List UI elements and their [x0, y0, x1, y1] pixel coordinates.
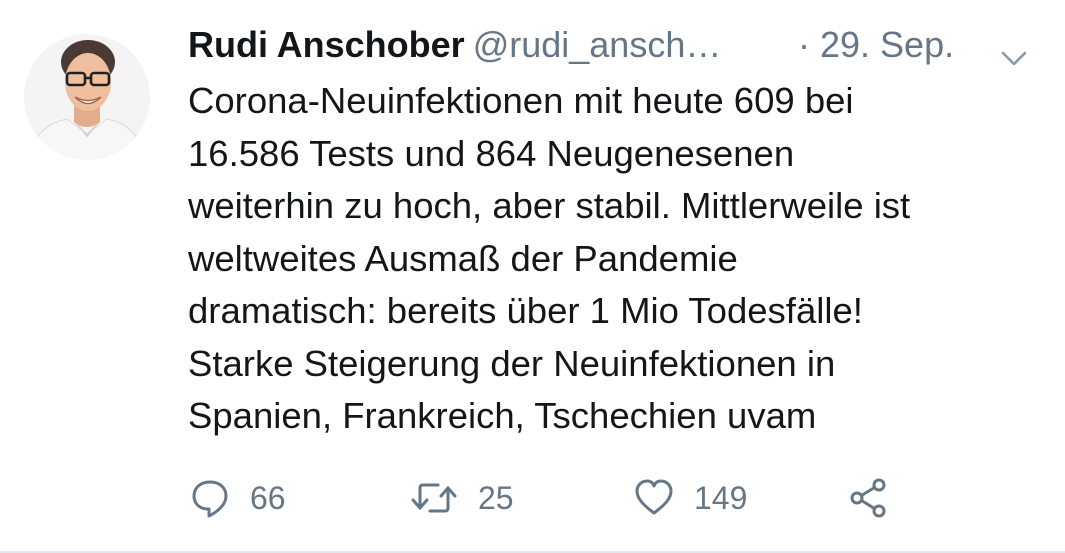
author-handle[interactable]: @rudi_ansch…: [473, 24, 722, 65]
heart-outline-icon: [634, 478, 674, 518]
tweet-header: Rudi Anschober @rudi_ansch… · 29. Sep.: [188, 22, 1048, 70]
retweet-arrows-icon: [410, 478, 458, 518]
tweet-date[interactable]: · 29. Sep.: [798, 22, 954, 68]
retweet-count: 25: [478, 479, 514, 516]
author-name[interactable]: Rudi Anschober: [188, 24, 465, 65]
reply-count: 66: [250, 479, 286, 516]
tweet-text: Corona-Neuinfektionen mit heute 609 bei …: [188, 80, 911, 436]
chevron-down-icon[interactable]: [1000, 34, 1028, 66]
reply-button[interactable]: 66: [190, 470, 286, 526]
tweet-card[interactable]: Rudi Anschober @rudi_ansch… · 29. Sep. Co…: [0, 0, 1065, 553]
speech-bubble-icon: [190, 478, 230, 518]
avatar-image: [24, 34, 150, 160]
share-button[interactable]: [848, 470, 888, 526]
like-count: 149: [694, 479, 748, 516]
retweet-button[interactable]: 25: [410, 470, 514, 526]
share-nodes-icon: [848, 478, 888, 518]
avatar[interactable]: [22, 24, 152, 166]
like-button[interactable]: 149: [634, 470, 747, 526]
tweet-actions: 66 25 149: [188, 470, 948, 526]
